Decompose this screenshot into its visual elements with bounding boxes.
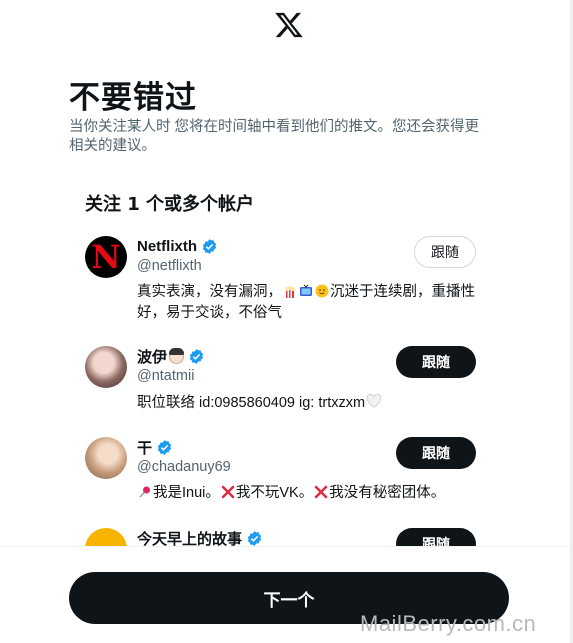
bio-text: 我是Inui。 [153,485,220,501]
section-title: 关注 1 个或多个帐户 [85,194,255,215]
account-handle: @chadanuy69 [137,459,231,475]
cross-mark-icon [221,485,235,499]
avatar[interactable]: N [85,236,127,278]
popcorn-icon [285,285,295,298]
verified-badge-icon [247,530,262,546]
account-handle: @netflixth [137,258,202,274]
tv-icon [300,284,312,296]
white-heart-icon [366,393,382,408]
verified-badge-icon [189,348,204,364]
page-title: 不要错过 [69,80,197,116]
account-name[interactable]: 波伊 [137,346,167,367]
avatar[interactable] [85,437,127,479]
account-card[interactable]: 干 @chadanuy69 我是Inui。 我不玩VK。 我没有秘密团体。 跟随 [85,437,480,507]
account-bio: 我是Inui。 我不玩VK。 我没有秘密团体。 [137,483,477,504]
follow-button[interactable]: 跟随 [396,346,476,378]
pushpin-icon [139,486,150,498]
account-card[interactable]: N Netflixth @netflixth 真实表演，没有漏洞， 沉迷于连续剧，… [85,236,480,326]
verified-badge-icon [157,439,172,455]
account-card[interactable]: 波伊 @ntatmii 职位联络 id:0985860409 ig: trtxz… [85,346,480,416]
bio-text: 职位联络 id:0985860409 ig: trtxzxm [137,395,366,411]
bio-text: 我没有秘密团体。 [329,485,446,501]
slightly-smiling-face-icon [315,284,329,298]
page-subtitle: 当你关注某人时 您将在时间轴中看到他们的推文。您还会获得更相关的建议。 [69,119,480,154]
verified-badge-icon [202,238,217,254]
account-bio: 职位联络 id:0985860409 ig: trtxzxm [137,393,477,414]
bio-text: 我不玩VK。 [235,485,314,501]
bio-text: 真实表演，没有漏洞， [137,284,282,300]
account-bio: 真实表演，没有漏洞， 沉迷于连续剧，重播性好，易于交谈，不俗气 [137,282,477,324]
follow-button[interactable]: 跟随 [414,236,476,268]
x-logo-icon [275,12,303,38]
follow-button[interactable]: 跟随 [396,437,476,469]
account-handle: @ntatmii [137,368,195,384]
watermark: MailBerry.com.cn [360,611,537,636]
avatar[interactable] [85,346,127,388]
cross-mark-icon [314,485,328,499]
account-name[interactable]: Netflixth [137,238,197,255]
woman-face-icon [169,347,185,364]
account-name[interactable]: 干 [137,437,152,458]
